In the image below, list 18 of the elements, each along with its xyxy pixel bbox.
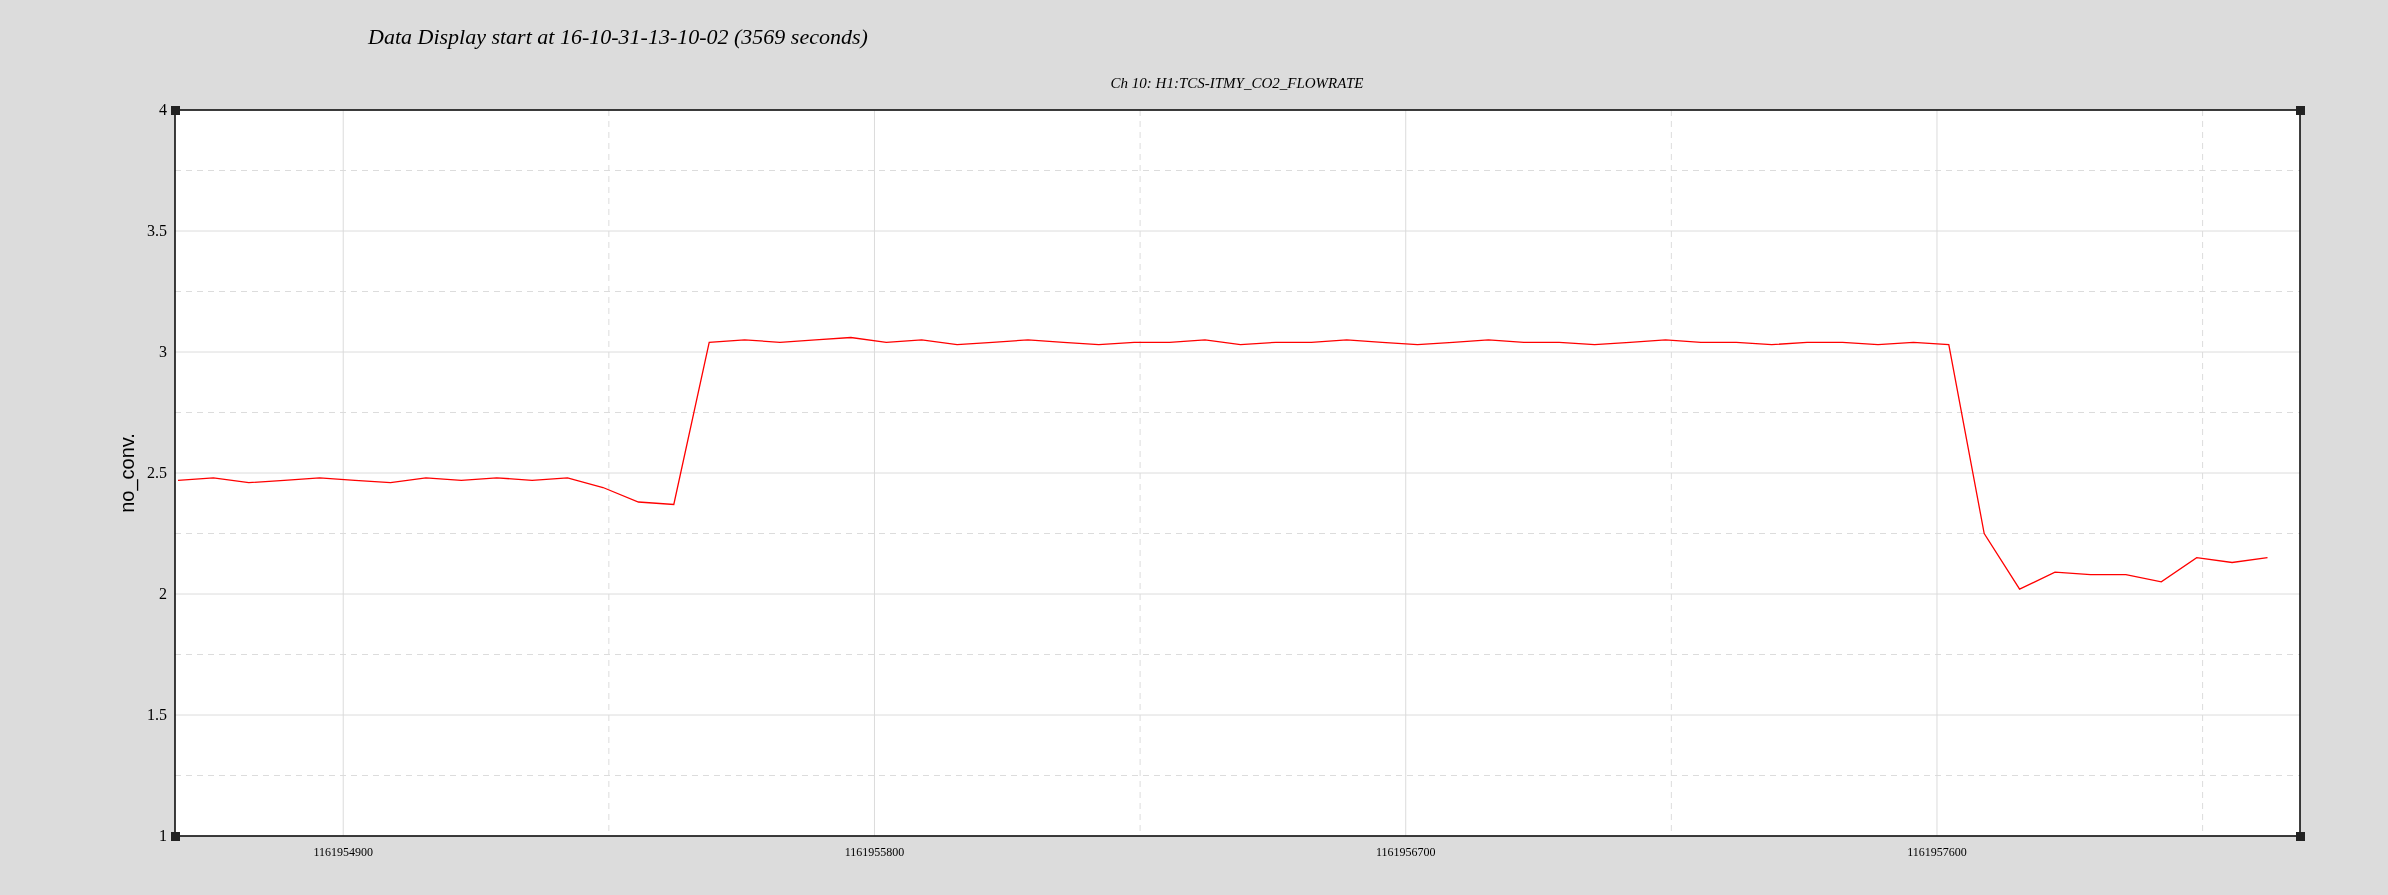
corner-marker [2296, 106, 2305, 115]
corner-marker [171, 106, 180, 115]
x-tick-label: 1161955800 [844, 845, 905, 859]
y-tick-label: 4 [159, 101, 167, 118]
y-tick-label: 3.5 [147, 222, 167, 239]
chart-title: Ch 10: H1:TCS-ITMY_CO2_FLOWRATE [1110, 75, 1364, 91]
x-tick-label: 1161954900 [313, 845, 373, 859]
y-tick-label: 3 [159, 343, 167, 360]
corner-marker [171, 832, 180, 841]
display-title: Data Display start at 16-10-31-13-10-02 (3569 seconds) [368, 24, 868, 49]
y-axis-label: no_conv. [116, 433, 138, 513]
y-tick-label: 1.5 [147, 706, 167, 723]
y-tick-label: 2.5 [147, 464, 167, 481]
y-tick-label: 1 [159, 827, 167, 844]
corner-marker [2296, 832, 2305, 841]
y-tick-label: 2 [159, 585, 167, 602]
x-tick-label: 1161956700 [1375, 845, 1436, 859]
x-tick-label: 1161957600 [1907, 845, 1967, 859]
